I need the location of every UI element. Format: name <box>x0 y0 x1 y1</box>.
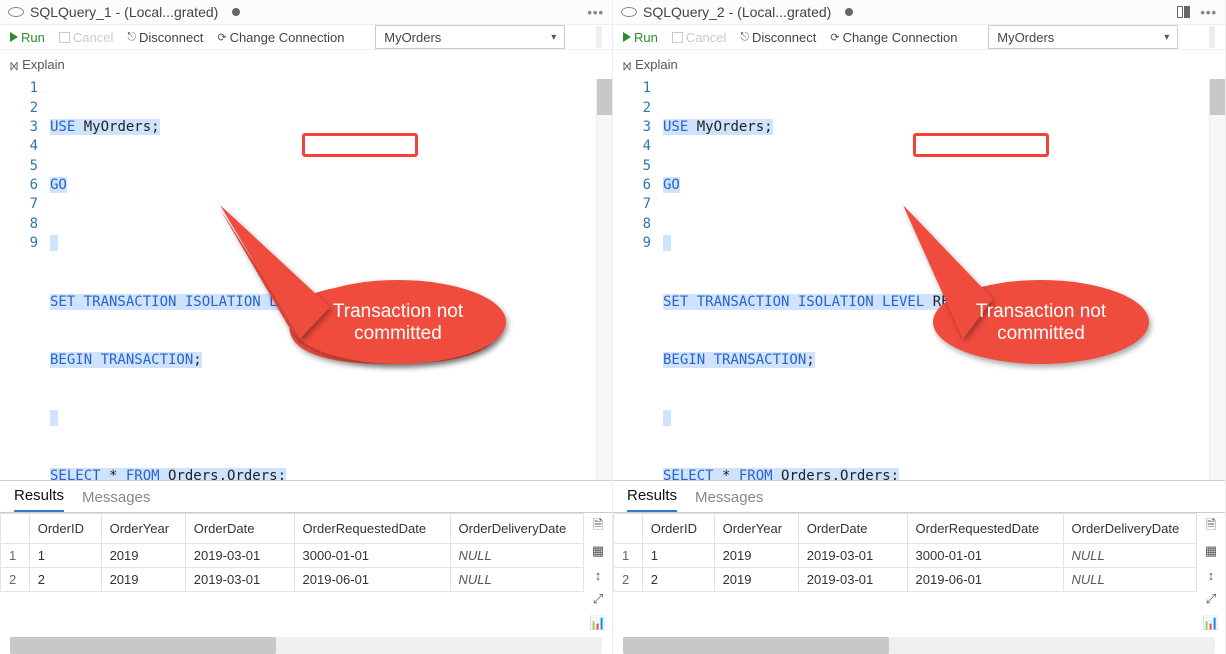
grid-side-toolbar: 🗎 ▦ ↕ ⤢ 📊 <box>1197 513 1225 631</box>
editor-pane-right: SQLQuery_2 - (Local...grated) ••• Run Ca… <box>613 0 1226 654</box>
run-button[interactable]: Run <box>10 30 45 45</box>
sync-icon: ⟳ <box>217 31 226 44</box>
code-area[interactable]: USE MyOrders; GO SET TRANSACTION ISOLATI… <box>50 79 596 480</box>
database-selected: MyOrders <box>997 30 1054 45</box>
minimap-thumb[interactable] <box>1210 79 1225 115</box>
cancel-button: Cancel <box>59 30 113 45</box>
tab-bar: SQLQuery_2 - (Local...grated) ••• <box>613 0 1225 25</box>
results-tabs: Results Messages <box>613 481 1225 513</box>
change-connection-button[interactable]: ⟳Change Connection <box>217 30 344 45</box>
database-dropdown[interactable]: MyOrders ▾ <box>375 25 565 49</box>
split-editor-icon[interactable] <box>1177 6 1190 18</box>
database-dropdown[interactable]: MyOrders ▾ <box>988 25 1178 49</box>
minimap[interactable] <box>596 79 612 480</box>
export-csv-icon[interactable]: 🗎 <box>1203 519 1219 535</box>
code-editor[interactable]: 123 456 789 USE MyOrders; GO SET TRANSAC… <box>613 79 1225 480</box>
side-strip <box>1209 26 1215 48</box>
cancel-button: Cancel <box>672 30 726 45</box>
tab-messages[interactable]: Messages <box>695 489 763 512</box>
results-panel: Results Messages OrderIDOrderYearOrderDa… <box>0 480 612 654</box>
disconnect-icon: ⎋ <box>127 31 136 44</box>
table-header-row: OrderIDOrderYearOrderDateOrderRequestedD… <box>1 514 584 544</box>
table-header-row: OrderIDOrderYearOrderDateOrderRequestedD… <box>614 514 1197 544</box>
query-toolbar: Run Cancel ⎋Disconnect ⟳Change Connectio… <box>613 25 1225 50</box>
tab-results[interactable]: Results <box>14 487 64 512</box>
more-actions-icon[interactable]: ••• <box>1200 5 1217 20</box>
grid-side-toolbar: 🗎 ▦ ↕ ⤢ 📊 <box>584 513 612 631</box>
explain-icon: ᢂ <box>623 54 631 75</box>
export-excel-icon[interactable]: ▦ <box>590 543 606 559</box>
change-connection-button[interactable]: ⟳Change Connection <box>830 30 957 45</box>
database-selected: MyOrders <box>384 30 441 45</box>
results-panel: Results Messages OrderIDOrderYearOrderDa… <box>613 480 1225 654</box>
chevron-down-icon: ▾ <box>1164 32 1169 43</box>
disconnect-button[interactable]: ⎋Disconnect <box>127 30 203 45</box>
maximize-icon[interactable]: ⤢ <box>590 591 606 607</box>
refresh-icon[interactable]: ↕ <box>590 567 606 583</box>
editor-pane-left: SQLQuery_1 - (Local...grated) ••• Run Ca… <box>0 0 613 654</box>
tab-title: SQLQuery_2 - (Local...grated) <box>643 4 831 20</box>
results-tabs: Results Messages <box>0 481 612 513</box>
more-actions-icon[interactable]: ••• <box>587 5 604 20</box>
tab-messages[interactable]: Messages <box>82 489 150 512</box>
disconnect-button[interactable]: ⎋Disconnect <box>740 30 816 45</box>
maximize-icon[interactable]: ⤢ <box>1203 591 1219 607</box>
run-button[interactable]: Run <box>623 30 658 45</box>
query-toolbar: Run Cancel ⎋Disconnect ⟳Change Connectio… <box>0 25 612 50</box>
database-icon <box>8 7 24 17</box>
tab-sqlquery2[interactable]: SQLQuery_2 - (Local...grated) <box>621 4 853 20</box>
chevron-down-icon: ▾ <box>551 32 556 43</box>
explain-button[interactable]: ᢂ Explain <box>0 50 612 79</box>
horizontal-scrollbar[interactable] <box>623 637 1215 654</box>
horizontal-scrollbar[interactable] <box>10 637 602 654</box>
code-editor[interactable]: 123 456 789 USE MyOrders; GO SET TRANSAC… <box>0 79 612 480</box>
tab-results[interactable]: Results <box>627 487 677 512</box>
sync-icon: ⟳ <box>830 31 839 44</box>
scrollbar-thumb[interactable] <box>623 637 889 654</box>
results-grid[interactable]: OrderIDOrderYearOrderDateOrderRequestedD… <box>613 513 1197 631</box>
tab-title: SQLQuery_1 - (Local...grated) <box>30 4 218 20</box>
line-gutter: 123 456 789 <box>0 79 50 480</box>
unsaved-dot-icon <box>232 8 240 16</box>
tab-sqlquery1[interactable]: SQLQuery_1 - (Local...grated) <box>8 4 240 20</box>
unsaved-dot-icon <box>845 8 853 16</box>
table-row[interactable]: 2 220192019-03-012019-06-01NULL <box>614 568 1197 592</box>
table-row[interactable]: 1 120192019-03-013000-01-01NULL <box>614 544 1197 568</box>
table-row[interactable]: 1 120192019-03-013000-01-01NULL <box>1 544 584 568</box>
tab-bar: SQLQuery_1 - (Local...grated) ••• <box>0 0 612 25</box>
code-area[interactable]: USE MyOrders; GO SET TRANSACTION ISOLATI… <box>663 79 1209 480</box>
minimap[interactable] <box>1209 79 1225 480</box>
database-icon <box>621 7 637 17</box>
explain-icon: ᢂ <box>10 54 18 75</box>
export-excel-icon[interactable]: ▦ <box>1203 543 1219 559</box>
table-row[interactable]: 2 220192019-03-012019-06-01NULL <box>1 568 584 592</box>
explain-button[interactable]: ᢂ Explain <box>613 50 1225 79</box>
disconnect-icon: ⎋ <box>740 31 749 44</box>
chart-icon[interactable]: 📊 <box>590 615 606 631</box>
export-csv-icon[interactable]: 🗎 <box>590 519 606 535</box>
refresh-icon[interactable]: ↕ <box>1203 567 1219 583</box>
side-strip <box>596 26 602 48</box>
line-gutter: 123 456 789 <box>613 79 663 480</box>
minimap-thumb[interactable] <box>597 79 612 115</box>
scrollbar-thumb[interactable] <box>10 637 276 654</box>
results-grid[interactable]: OrderIDOrderYearOrderDateOrderRequestedD… <box>0 513 584 631</box>
chart-icon[interactable]: 📊 <box>1203 615 1219 631</box>
